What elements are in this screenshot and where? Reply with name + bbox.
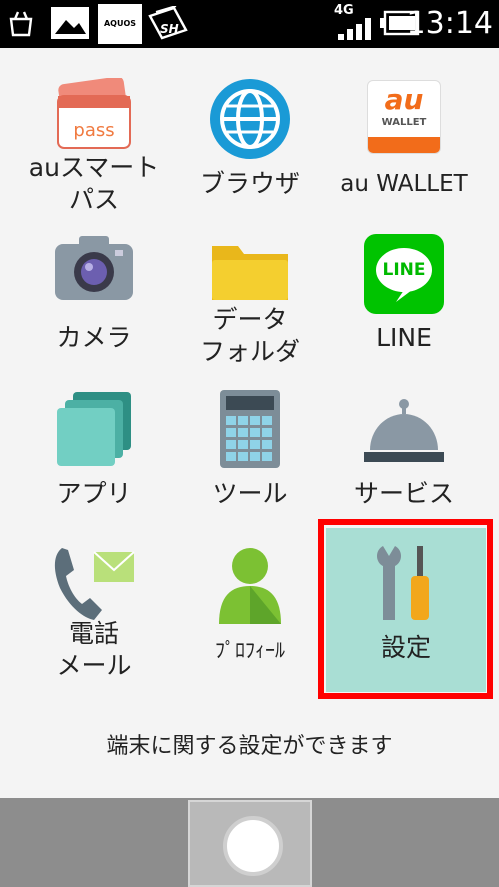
service-bell-icon xyxy=(364,399,444,462)
tile-label: アプリ xyxy=(56,479,132,508)
signal-icon xyxy=(338,18,371,40)
shopping-bag-icon xyxy=(9,11,33,37)
clock: 13:14 xyxy=(406,6,493,41)
tile-camera[interactable]: カメラ xyxy=(20,202,168,352)
svg-text:SH: SH xyxy=(160,22,179,36)
tile-tools[interactable]: ツール xyxy=(176,358,324,508)
tile-data-folder[interactable]: データ フォルダ xyxy=(176,202,324,366)
tile-label: カメラ xyxy=(56,323,132,352)
selection-highlight xyxy=(318,519,493,699)
tile-label: ﾌﾟﾛﾌｨｰﾙ xyxy=(215,638,285,662)
svg-text:pass: pass xyxy=(73,120,114,141)
aquos-icon: AQUOS xyxy=(98,4,142,44)
tile-au-wallet[interactable]: au WALLET au WALLET xyxy=(330,48,478,198)
browser-globe-icon xyxy=(210,79,290,159)
tile-browser[interactable]: ブラウザ xyxy=(176,48,324,198)
tile-line[interactable]: LINE LINE xyxy=(330,202,478,352)
home-button[interactable] xyxy=(188,800,312,887)
tile-label: サービス xyxy=(353,479,454,508)
tile-label: ブラウザ xyxy=(199,169,300,198)
tile-au-smartpass[interactable]: pass auスマート パス xyxy=(20,48,168,214)
image-icon xyxy=(51,7,89,39)
au-smartpass-icon: pass xyxy=(57,78,131,149)
apps-stack-icon xyxy=(57,392,131,466)
tile-phone-mail[interactable]: 電話 メール xyxy=(20,514,168,680)
home-circle-icon xyxy=(223,816,283,876)
status-bar: AQUOS SH 4G 13:14 xyxy=(0,0,499,48)
hint-text: 端末に関する設定ができます xyxy=(106,734,393,759)
calculator-icon xyxy=(220,390,280,468)
profile-icon xyxy=(219,548,281,624)
line-icon: LINE xyxy=(364,234,444,314)
camera-icon xyxy=(55,236,133,300)
au-wallet-icon: au WALLET xyxy=(367,80,441,154)
tile-services[interactable]: サービス xyxy=(330,358,478,508)
network-type: 4G xyxy=(334,3,354,18)
tile-label: au WALLET xyxy=(340,171,468,197)
tile-label: LINE xyxy=(376,323,432,352)
tile-profile[interactable]: ﾌﾟﾛﾌｨｰﾙ xyxy=(176,514,324,664)
sh-icon: SH xyxy=(148,6,188,40)
phone-mail-icon xyxy=(54,548,135,620)
folder-icon xyxy=(212,246,288,300)
tile-label: ツール xyxy=(212,479,288,508)
tile-label: 電話 メール xyxy=(56,619,132,680)
tile-apps[interactable]: アプリ xyxy=(20,358,168,508)
